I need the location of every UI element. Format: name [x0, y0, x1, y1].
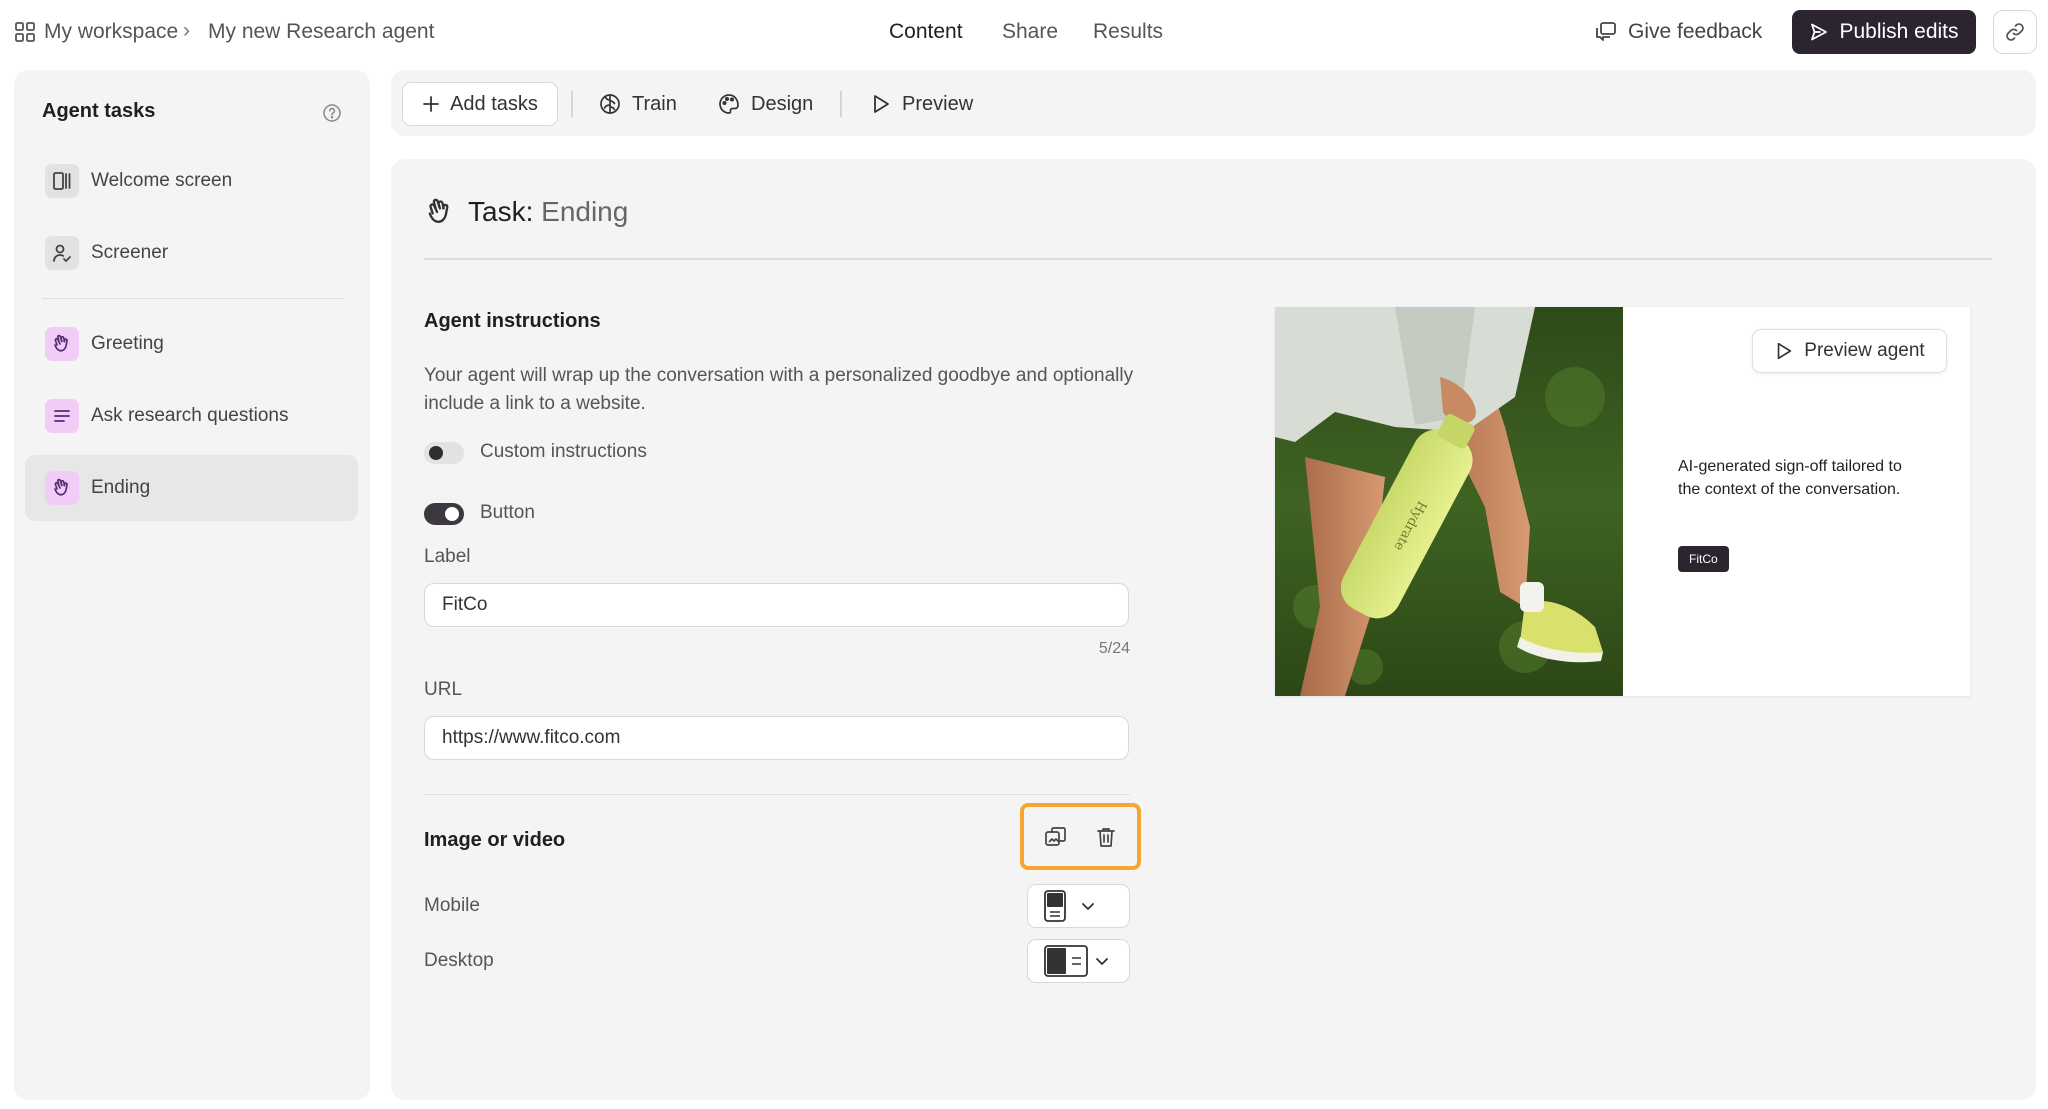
- button-toggle-label: Button: [480, 502, 535, 523]
- screener-icon: [45, 236, 79, 270]
- design-label: Design: [751, 92, 814, 115]
- image-or-video-heading: Image or video: [424, 829, 566, 851]
- sidebar-item-greeting[interactable]: Greeting: [25, 311, 358, 377]
- trash-icon[interactable]: [1090, 821, 1122, 853]
- wave-hand-icon: [424, 196, 456, 228]
- sidebar-divider: [42, 298, 344, 299]
- tab-content[interactable]: Content: [889, 20, 963, 44]
- preview-signoff-text: AI-generated sign-off tailored to the co…: [1678, 458, 1902, 498]
- play-icon: [1774, 341, 1794, 361]
- breadcrumb-agent[interactable]: My new Research agent: [208, 20, 434, 44]
- label-field-label: Label: [424, 546, 471, 567]
- sidebar-item-label: Screener: [91, 242, 169, 263]
- breadcrumb-workspace[interactable]: My workspace: [44, 20, 178, 44]
- desktop-layout-label: Desktop: [424, 950, 494, 971]
- sidebar-item-label: Ask research questions: [91, 405, 289, 426]
- preview-agent-button[interactable]: Preview agent: [1752, 329, 1947, 373]
- custom-instructions-toggle[interactable]: [424, 442, 464, 464]
- section-divider: [424, 794, 1130, 795]
- publish-edits-label: Publish edits: [1839, 20, 1959, 43]
- preview-photo: Hydrate: [1275, 307, 1623, 696]
- feedback-icon: [1594, 20, 1618, 44]
- tab-results[interactable]: Results: [1093, 20, 1163, 44]
- sidebar-title: Agent tasks: [42, 100, 156, 122]
- sidebar-item-screener[interactable]: Screener: [25, 220, 358, 286]
- page-title: Task: Ending: [468, 196, 628, 228]
- title-divider: [424, 258, 1992, 260]
- url-input[interactable]: https://www.fitco.com: [424, 716, 1129, 760]
- task-title-prefix: Task:: [468, 196, 534, 227]
- train-label: Train: [632, 92, 677, 115]
- desktop-layout-select[interactable]: [1027, 939, 1130, 983]
- sidebar-item-label: Welcome screen: [91, 170, 233, 191]
- send-icon: [1809, 22, 1829, 42]
- preview-button[interactable]: Preview: [870, 82, 973, 126]
- desktop-layout-icon: [1044, 945, 1088, 977]
- sidebar-item-welcome-screen[interactable]: Welcome screen: [25, 148, 358, 214]
- link-icon: [2004, 21, 2026, 43]
- publish-edits-button[interactable]: Publish edits: [1792, 10, 1976, 54]
- design-button[interactable]: Design: [717, 82, 813, 126]
- play-icon: [870, 93, 892, 115]
- preview-cta-chip: FitCo: [1678, 546, 1729, 572]
- sidebar-item-ask-research-questions[interactable]: Ask research questions: [25, 383, 358, 449]
- preview-label: Preview: [902, 92, 974, 115]
- agent-instructions-description: Your agent will wrap up the conversation…: [424, 365, 1134, 414]
- add-tasks-label: Add tasks: [450, 92, 538, 115]
- palette-icon: [717, 92, 741, 116]
- copy-link-button[interactable]: [1993, 10, 2037, 54]
- welcome-screen-icon: [45, 164, 79, 198]
- replace-media-icon[interactable]: [1040, 821, 1072, 853]
- label-input[interactable]: FitCo: [424, 583, 1129, 627]
- breadcrumb-separator: ›: [183, 19, 190, 42]
- wave-hand-icon: [45, 327, 79, 361]
- toolbar-divider: [840, 91, 842, 117]
- preview-agent-label: Preview agent: [1804, 340, 1925, 361]
- mobile-layout-label: Mobile: [424, 895, 480, 916]
- task-title-name: Ending: [541, 196, 629, 227]
- sidebar-item-label: Greeting: [91, 333, 164, 354]
- toggle-knob: [429, 446, 443, 460]
- custom-instructions-label: Custom instructions: [480, 441, 647, 462]
- help-icon[interactable]: [322, 103, 342, 123]
- give-feedback-label: Give feedback: [1628, 20, 1763, 43]
- media-actions-group: [1020, 803, 1141, 870]
- chevron-down-icon: [1080, 898, 1096, 914]
- sidebar-item-label: Ending: [91, 477, 151, 498]
- train-icon: [598, 92, 622, 116]
- workspace-grid-icon[interactable]: [14, 21, 36, 43]
- wave-hand-icon: [45, 471, 79, 505]
- url-field-label: URL: [424, 679, 463, 700]
- toolbar-divider: [571, 91, 573, 117]
- lines-icon: [45, 399, 79, 433]
- mobile-layout-select[interactable]: [1027, 884, 1130, 928]
- button-toggle[interactable]: [424, 503, 464, 525]
- give-feedback-button[interactable]: Give feedback: [1594, 18, 1762, 46]
- toggle-knob: [445, 507, 459, 521]
- mobile-layout-icon: [1044, 890, 1066, 922]
- tab-share[interactable]: Share: [1002, 20, 1058, 44]
- label-char-counter: 5/24: [1098, 640, 1130, 657]
- plus-icon: [422, 95, 440, 113]
- chevron-down-icon: [1094, 953, 1110, 969]
- train-button[interactable]: Train: [598, 82, 677, 126]
- sidebar-item-ending[interactable]: Ending: [25, 455, 358, 521]
- add-tasks-button[interactable]: Add tasks: [402, 82, 558, 126]
- agent-instructions-heading: Agent instructions: [424, 310, 601, 332]
